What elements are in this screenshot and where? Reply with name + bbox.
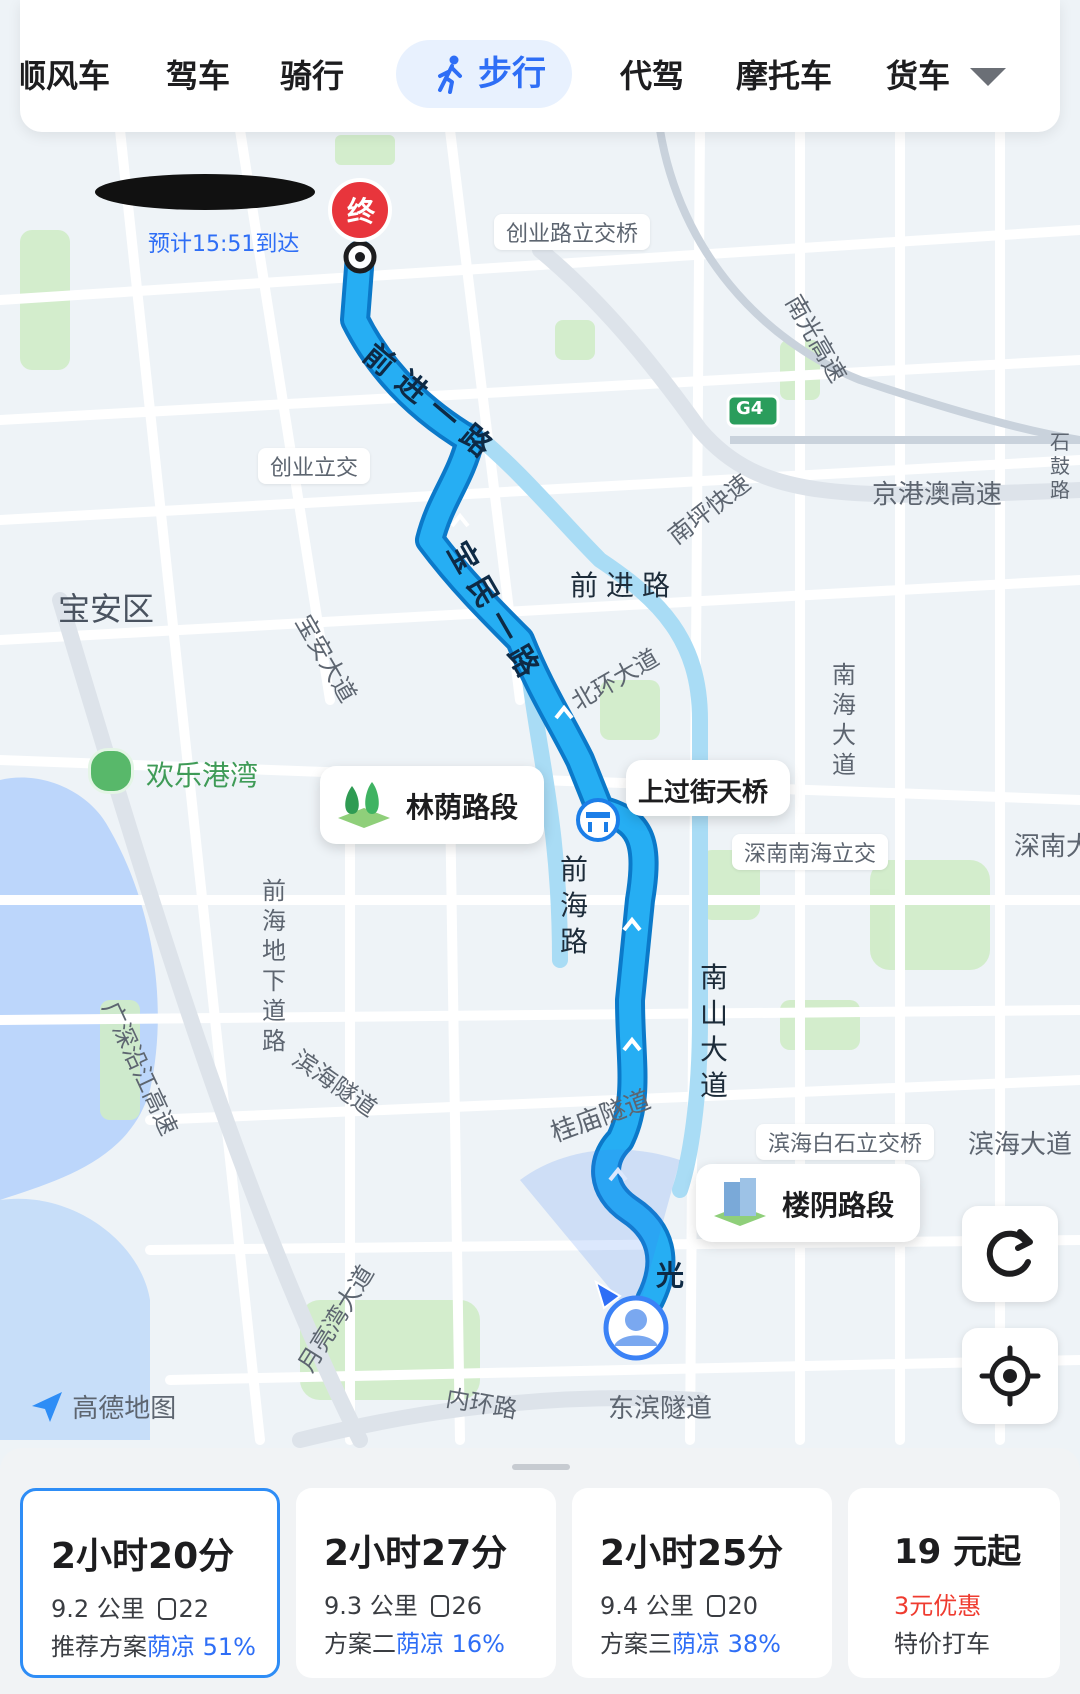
drag-handle[interactable] xyxy=(512,1464,570,1470)
tab-truck[interactable]: 货车 xyxy=(886,44,962,108)
route-lights: 22 xyxy=(178,1595,209,1623)
forest-segment-label: 林荫路段 xyxy=(406,791,519,824)
route-option-1[interactable]: 2小时20分 9.2 公里 22 推荐方案荫凉 51% xyxy=(20,1488,280,1678)
taxi-option[interactable]: 19 元起 3元优惠 特价打车 xyxy=(848,1488,1060,1678)
locate-button[interactable] xyxy=(962,1328,1058,1424)
route-summary: 推荐方案荫凉 51% xyxy=(51,1627,256,1662)
label-dongbin-tunnel: 东滨隧道 xyxy=(608,1394,713,1424)
locate-icon xyxy=(979,1345,1041,1407)
route-distance: 9.4 公里 xyxy=(600,1592,694,1620)
route-distance: 9.3 公里 xyxy=(324,1592,418,1620)
route-summary: 方案二荫凉 16% xyxy=(324,1624,505,1659)
taxi-price: 19 元起 xyxy=(894,1532,1022,1572)
label-shigu: 石鼓路 xyxy=(1050,430,1070,502)
paper-plane-icon xyxy=(32,1391,62,1422)
tab-ride-share[interactable]: 顺风车 xyxy=(20,44,110,108)
amap-logo: 高德地图 xyxy=(30,1388,176,1424)
overpass-marker xyxy=(576,798,620,842)
refresh-button[interactable] xyxy=(962,1206,1058,1302)
label-guang: 光 xyxy=(656,1259,685,1292)
taxi-discount: 3元优惠 xyxy=(894,1592,982,1620)
route-meta: 9.3 公里 26 xyxy=(324,1586,482,1621)
route-label: 方案三 xyxy=(600,1630,672,1658)
route-options-panel: 2小时20分 9.2 公里 22 推荐方案荫凉 51% 2小时27分 9.3 公… xyxy=(0,1448,1080,1694)
label-chuangye-bridge: 创业路立交桥 xyxy=(494,214,651,250)
tab-cycle[interactable]: 骑行 xyxy=(280,44,344,108)
traffic-light-icon xyxy=(158,1598,177,1620)
park-icon xyxy=(88,748,134,794)
walk-icon xyxy=(438,55,462,94)
route-time: 2小时25分 xyxy=(600,1533,784,1574)
route-lights: 20 xyxy=(727,1592,758,1620)
label-baoan-district: 宝安区 xyxy=(58,590,155,628)
label-qianjin-road: 前进路 xyxy=(570,569,679,602)
route-option-2[interactable]: 2小时27分 9.3 公里 26 方案二荫凉 16% xyxy=(296,1488,556,1678)
label-nanhai-avenue: 南海大道 xyxy=(832,661,856,779)
traffic-light-icon xyxy=(707,1595,726,1617)
traffic-light-icon xyxy=(431,1595,450,1617)
route-time: 2小时20分 xyxy=(51,1536,235,1577)
transport-mode-bar: 顺风车 驾车 骑行 步行 代驾 摩托车 货车 xyxy=(20,0,1060,132)
taxi-label: 特价打车 xyxy=(894,1630,990,1658)
route-distance: 9.2 公里 xyxy=(51,1595,145,1623)
route-lights: 26 xyxy=(451,1592,482,1620)
forest-segment-bubble[interactable]: 林荫路段 xyxy=(320,766,544,844)
building-segment-bubble[interactable]: 楼阴路段 xyxy=(696,1164,920,1242)
tab-walk-label: 步行 xyxy=(478,54,546,94)
label-huanle-bay: 欢乐港湾 xyxy=(146,759,259,792)
route-time: 2小时27分 xyxy=(324,1533,508,1574)
route-meta: 9.2 公里 22 xyxy=(51,1589,209,1624)
route-option-3[interactable]: 2小时25分 9.4 公里 20 方案三荫凉 38% xyxy=(572,1488,832,1678)
route-shade: 荫凉 38% xyxy=(672,1630,781,1658)
chevron-down-icon[interactable] xyxy=(970,68,1006,86)
route-meta: 9.4 公里 20 xyxy=(600,1586,758,1621)
overpass-bubble[interactable]: 上过街天桥 xyxy=(626,760,790,816)
label-shennan-nanhai: 深南南海立交 xyxy=(732,834,889,870)
route-shade: 荫凉 51% xyxy=(147,1633,256,1661)
route-summary: 方案三荫凉 38% xyxy=(600,1624,781,1659)
eta-label: 预计15:51到达 xyxy=(148,232,300,257)
label-shennan: 深南大道 xyxy=(1014,832,1080,862)
route-shade: 荫凉 16% xyxy=(396,1630,505,1658)
tree-icon xyxy=(338,782,390,828)
tab-walk[interactable]: 步行 xyxy=(396,40,572,108)
label-qianhai-underground: 前海地下道路 xyxy=(262,877,286,1055)
overpass-label: 上过街天桥 xyxy=(638,778,769,808)
label-qianhai-road: 前海路 xyxy=(560,853,589,958)
redacted-name xyxy=(95,174,315,210)
label-binhai-avenue: 滨海大道 xyxy=(968,1130,1073,1160)
refresh-icon xyxy=(986,1229,1033,1277)
tab-drive[interactable]: 驾车 xyxy=(166,44,230,108)
building-segment-label: 楼阴路段 xyxy=(782,1189,895,1222)
tab-designated-driver[interactable]: 代驾 xyxy=(620,44,684,108)
label-nanshan-avenue: 南山大道 xyxy=(700,961,729,1102)
label-jinggangao: 京港澳高速 xyxy=(872,480,1003,510)
amap-logo-text: 高德地图 xyxy=(72,1394,177,1424)
route-label: 方案二 xyxy=(324,1630,396,1658)
building-icon xyxy=(714,1178,766,1226)
label-chuangye-junction: 创业立交 xyxy=(258,448,371,484)
label-binhai-baishi: 滨海白石立交桥 xyxy=(756,1124,935,1160)
destination-marker-label: 终 xyxy=(346,195,375,228)
g4-shield-label: G4 xyxy=(736,398,764,419)
tab-motorcycle[interactable]: 摩托车 xyxy=(736,44,832,108)
route-label: 推荐方案 xyxy=(51,1633,147,1661)
